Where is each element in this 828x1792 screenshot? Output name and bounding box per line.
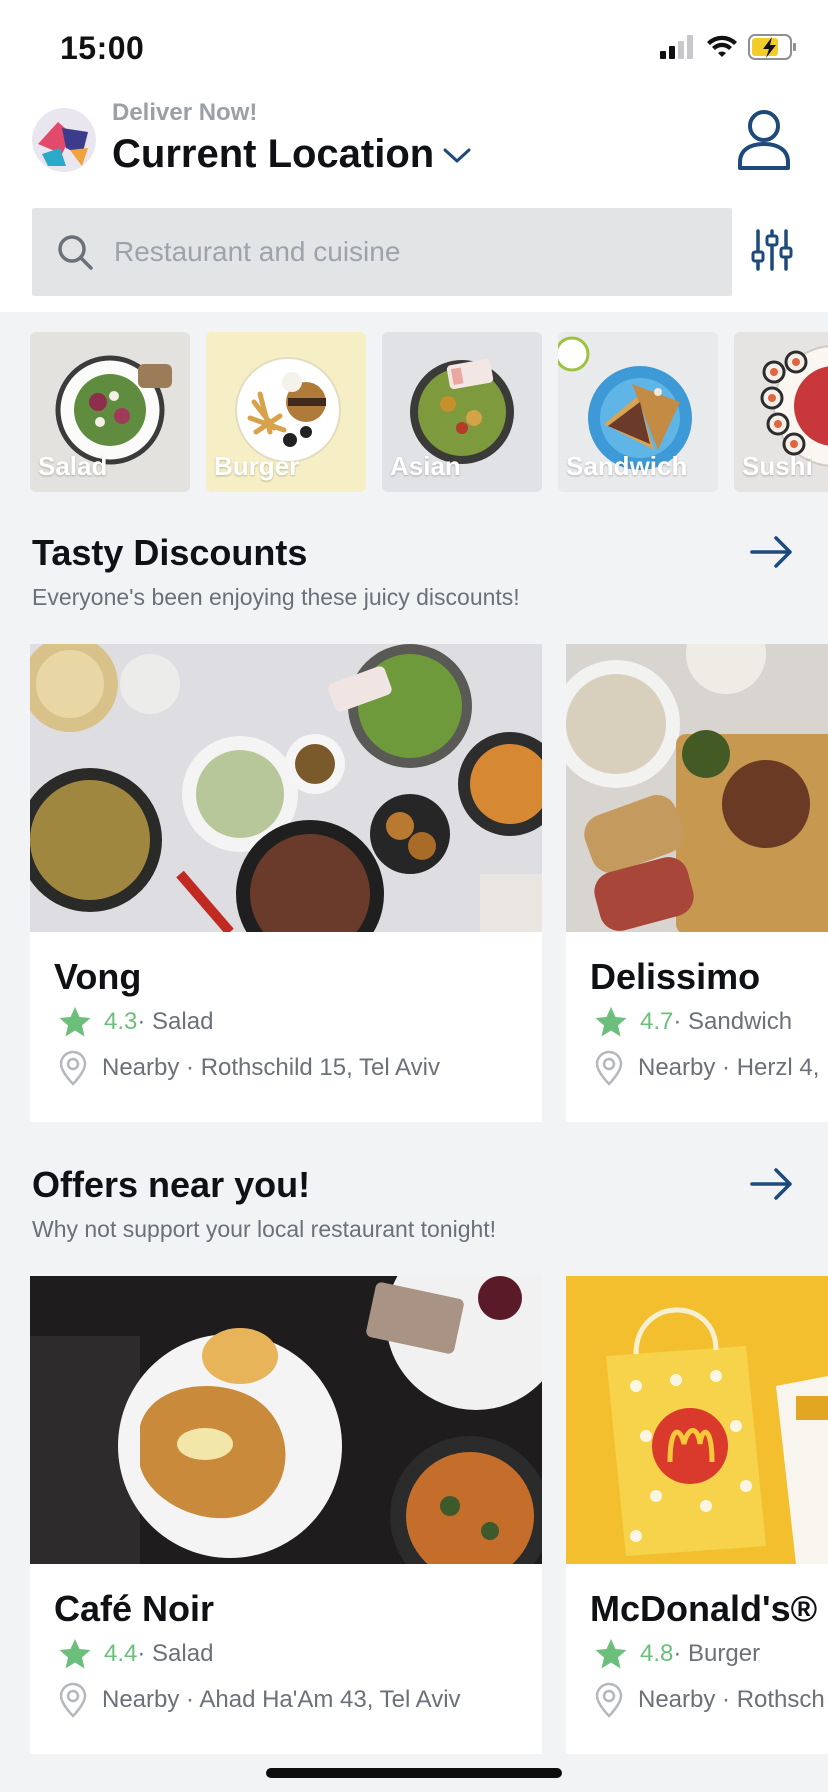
battery-icon xyxy=(748,34,796,60)
rating-value: 4.3 xyxy=(104,1008,138,1035)
category-sushi[interactable]: Sushi xyxy=(734,332,828,492)
deliver-now-label: Deliver Now! xyxy=(112,99,258,126)
category-label: Asian xyxy=(390,451,461,481)
home-indicator[interactable] xyxy=(266,1768,562,1778)
restaurant-card-cafe-noir[interactable]: Café Noir 4.4 · Salad Nearby · Ahad Ha'A… xyxy=(30,1276,542,1754)
location-row: Nearby · Rothschild 15, Tel Aviv xyxy=(58,1050,440,1086)
restaurant-image xyxy=(566,644,828,932)
category-burger[interactable]: Burger xyxy=(206,332,366,492)
restaurant-card-mcdonalds[interactable]: McDonald's® 4.8 · Burger Nearby · Rothsc… xyxy=(566,1276,828,1754)
location-pin-icon xyxy=(59,1682,87,1718)
location-selector[interactable]: Current Location xyxy=(112,132,472,177)
search-input[interactable]: Restaurant and cuisine xyxy=(32,208,732,296)
section-title-tasty-discounts: Tasty Discounts xyxy=(32,532,308,573)
wifi-icon xyxy=(707,35,737,57)
rating-value: 4.8 xyxy=(640,1640,674,1667)
restaurant-name: Vong xyxy=(54,956,142,997)
profile-button[interactable] xyxy=(736,108,792,172)
rating-row: 4.4 · Salad xyxy=(58,1638,213,1670)
status-time: 15:00 xyxy=(60,30,145,66)
search-placeholder: Restaurant and cuisine xyxy=(114,236,401,267)
location-pin-icon xyxy=(595,1050,623,1086)
rating-value: 4.7 xyxy=(640,1008,674,1035)
location-label: Current Location xyxy=(112,132,435,176)
star-icon xyxy=(59,1007,91,1037)
rating-row: 4.8 · Burger xyxy=(594,1638,760,1670)
see-all-offers-button[interactable] xyxy=(748,1164,796,1204)
cuisine-label: · Sandwich xyxy=(673,1008,793,1035)
category-label: Burger xyxy=(214,451,300,481)
rating-row: 4.7 · Sandwich xyxy=(594,1006,792,1038)
restaurant-card-vong[interactable]: Vong 4.3 · Salad Nearby · Rothschild 15,… xyxy=(30,644,542,1122)
category-carousel[interactable]: Salad Burger Asian Sandwich Sushi xyxy=(30,332,828,492)
location-pin-icon xyxy=(595,1682,623,1718)
star-icon xyxy=(59,1639,91,1669)
cuisine-label: · Salad xyxy=(137,1640,214,1667)
category-asian[interactable]: Asian xyxy=(382,332,542,492)
section-subtitle: Why not support your local restaurant to… xyxy=(32,1216,497,1242)
restaurant-image xyxy=(566,1276,828,1564)
signal-icon xyxy=(660,35,693,59)
profile-icon xyxy=(738,110,790,170)
restaurant-image xyxy=(30,644,542,932)
arrow-right-icon xyxy=(750,1168,792,1200)
location-text: Nearby · Ahad Ha'Am 43, Tel Aviv xyxy=(102,1686,461,1713)
search-icon xyxy=(58,235,93,270)
filter-button[interactable] xyxy=(750,228,794,272)
category-salad[interactable]: Salad xyxy=(30,332,190,492)
location-pin-icon xyxy=(59,1050,87,1086)
see-all-discounts-button[interactable] xyxy=(748,532,796,572)
location-row: Nearby · Rothsch xyxy=(594,1682,825,1718)
location-text: Nearby · Rothsch xyxy=(638,1686,825,1713)
location-text: Nearby · Rothschild 15, Tel Aviv xyxy=(102,1054,440,1081)
status-icons xyxy=(660,34,798,60)
chevron-down-icon xyxy=(443,148,471,162)
category-sandwich[interactable]: Sandwich xyxy=(558,332,718,492)
cuisine-label: · Burger xyxy=(673,1640,761,1667)
restaurant-card-delissimo[interactable]: Delissimo 4.7 · Sandwich Nearby · Herzl … xyxy=(566,644,828,1122)
star-icon xyxy=(595,1639,627,1669)
location-row: Nearby · Ahad Ha'Am 43, Tel Aviv xyxy=(58,1682,461,1718)
restaurant-name: Delissimo xyxy=(590,956,761,997)
category-label: Sandwich xyxy=(566,451,688,481)
category-label: Salad xyxy=(38,451,108,481)
restaurant-name: McDonald's® xyxy=(590,1588,818,1629)
cuisine-label: · Salad xyxy=(137,1008,214,1035)
rating-row: 4.3 · Salad xyxy=(58,1006,213,1038)
filter-icon xyxy=(751,229,793,271)
restaurant-name: Café Noir xyxy=(54,1588,215,1629)
app-logo-avatar[interactable] xyxy=(32,108,96,172)
category-label: Sushi xyxy=(742,451,813,481)
rating-value: 4.4 xyxy=(104,1640,138,1667)
restaurant-image xyxy=(30,1276,542,1564)
section-subtitle: Everyone's been enjoying these juicy dis… xyxy=(32,584,520,610)
star-icon xyxy=(595,1007,627,1037)
location-row: Nearby · Herzl 4, xyxy=(594,1050,819,1086)
arrow-right-icon xyxy=(750,536,792,568)
location-text: Nearby · Herzl 4, xyxy=(638,1054,820,1081)
section-title-offers-near-you: Offers near you! xyxy=(32,1164,311,1205)
